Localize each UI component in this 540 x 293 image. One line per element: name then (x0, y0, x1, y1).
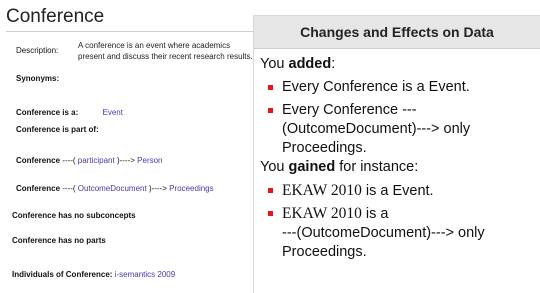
changes-panel: Changes and Effects on Data You added: E… (253, 15, 540, 293)
is-a-row: Conference is a: Event (16, 108, 123, 117)
added-heading-suffix: : (331, 56, 336, 72)
synonyms-label: Synonyms: (16, 74, 60, 83)
gained-item: EKAW 2010 is a Event. (260, 181, 534, 201)
gained-item-text-line: ---(OutcomeDocument)---> only (282, 225, 485, 241)
added-item-text-line: Proceedings. (282, 140, 367, 156)
added-item: Every Conference is a Event. (260, 78, 534, 97)
panel-header: Changes and Effects on Data (254, 16, 540, 49)
gained-item-text: is a (361, 206, 389, 222)
gained-heading-suffix: for instance: (335, 159, 419, 175)
description-text: A conference is an event where academics… (78, 41, 253, 61)
no-parts-text: Conference has no parts (12, 236, 106, 245)
relation-property-link[interactable]: OutcomeDocument (78, 184, 147, 193)
gained-heading: You gained for instance: (260, 158, 534, 177)
gained-item: EKAW 2010 is a ---(OutcomeDocument)---> … (260, 204, 534, 262)
gained-item-individual: EKAW 2010 (282, 205, 362, 222)
relation-subject: Conference (16, 156, 61, 165)
relation-arrow-end: )----> (146, 184, 170, 193)
relation-subject: Conference (16, 184, 61, 193)
added-item-text-line: Every Conference --- (282, 102, 417, 118)
panel-body: You added: Every Conference is a Event. E… (260, 55, 534, 262)
individuals-row: Individuals of Conference: i-semantics 2… (12, 270, 175, 279)
added-item-text-line: Every Conference is a Event. (282, 79, 470, 95)
is-a-label: Conference is a: (16, 108, 79, 117)
relation-row-outcome: Conference ----( OutcomeDocument )----> … (16, 184, 214, 193)
bullet-icon (268, 85, 273, 90)
relation-target-link[interactable]: Proceedings (169, 184, 213, 193)
added-item-text-line: (OutcomeDocument)---> only (282, 121, 471, 137)
gained-heading-prefix: You (260, 159, 289, 175)
relation-arrow-start: ----( (62, 184, 78, 193)
relation-target-link[interactable]: Person (137, 156, 162, 165)
added-list: Every Conference is a Event. Every Confer… (260, 78, 534, 158)
gained-item-individual: EKAW 2010 (282, 182, 362, 199)
no-subconcepts-text: Conference has no subconcepts (12, 211, 136, 220)
concept-title: Conference (6, 6, 105, 27)
bullet-icon (268, 211, 273, 216)
relation-arrow-start: ----( (62, 156, 78, 165)
description-label: Description: (16, 46, 59, 55)
relation-arrow-end: )----> (114, 156, 138, 165)
gained-item-text-line: Proceedings. (282, 244, 367, 260)
relation-row-participant: Conference ----( participant )----> Pers… (16, 156, 163, 165)
bullet-icon (268, 108, 273, 113)
added-heading-prefix: You (260, 56, 289, 72)
added-heading-keyword: added (288, 56, 332, 72)
added-heading: You added: (260, 55, 534, 74)
bullet-icon (268, 188, 273, 193)
is-a-link[interactable]: Event (102, 108, 122, 117)
title-divider (6, 31, 256, 32)
individual-link[interactable]: i-semantics 2009 (115, 270, 175, 279)
relation-property-link[interactable]: participant (78, 156, 115, 165)
added-item: Every Conference --- (OutcomeDocument)---… (260, 101, 534, 158)
part-of-label: Conference is part of: (16, 125, 99, 134)
individuals-label: Individuals of Conference: (12, 270, 113, 279)
gained-heading-keyword: gained (288, 159, 336, 175)
gained-item-text: is a Event. (361, 183, 434, 199)
